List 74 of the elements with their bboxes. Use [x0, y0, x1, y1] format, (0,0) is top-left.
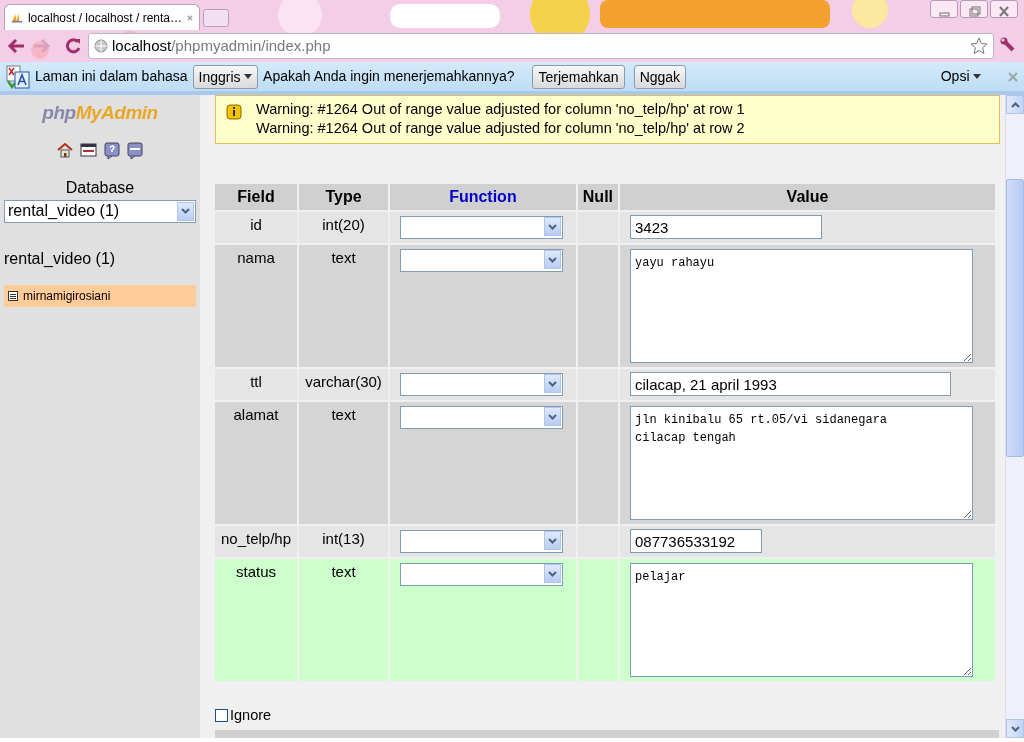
field-name: nama: [215, 245, 297, 367]
value-field[interactable]: 087736533192: [630, 529, 762, 553]
value-textarea[interactable]: pelajar: [630, 563, 973, 677]
scrollbar[interactable]: [1005, 95, 1024, 738]
column-header: Null: [577, 184, 618, 210]
function-select[interactable]: [399, 249, 563, 272]
field-type: text: [299, 402, 388, 524]
translate-icon: [6, 64, 30, 89]
close-icon[interactable]: [187, 13, 193, 22]
info-icon: [226, 104, 242, 120]
database-title: rental_video (1): [4, 248, 117, 269]
caret-icon[interactable]: [547, 570, 557, 577]
home-icon[interactable]: [57, 141, 73, 158]
help-icon[interactable]: [104, 141, 120, 160]
field-type: int(13): [299, 526, 388, 557]
back-icon[interactable]: [6, 37, 26, 55]
column-header: Value: [620, 184, 995, 210]
field-name: alamat: [215, 402, 297, 524]
reload-icon[interactable]: [64, 37, 82, 55]
caret-icon[interactable]: [181, 208, 190, 214]
translate-prompt: Laman ini dalam bahasa: [35, 67, 188, 86]
function-select[interactable]: [399, 216, 563, 239]
column-header: Type: [299, 184, 388, 210]
sql-window-icon[interactable]: [80, 141, 97, 158]
value-textarea[interactable]: yayu rahayu: [630, 249, 973, 363]
translate-question: Apakah Anda ingin menerjemahkannya?: [263, 67, 515, 86]
tab-title: localhost / localhost / renta…: [27, 9, 183, 27]
field-name: ttl: [215, 369, 297, 400]
field-name: no_telp/hp: [215, 526, 297, 557]
column-header[interactable]: Function: [389, 184, 576, 210]
query-window-icon[interactable]: [127, 141, 143, 160]
caret-icon[interactable]: [547, 256, 557, 263]
warning-text: Warning: #1264 Out of range value adjusted for column 'no_telp/hp' at row 1: [256, 100, 745, 119]
database-label: Database: [64, 177, 136, 198]
table-link[interactable]: mirnamigirosiani: [4, 284, 196, 307]
value-textarea[interactable]: jln kinibalu 65 rt.05/vi sidanegara cilacap tengah: [630, 406, 973, 520]
field-type: int(20): [299, 212, 388, 243]
function-select[interactable]: [399, 563, 563, 586]
field-type: text: [299, 559, 388, 681]
address-field[interactable]: localhost/phpmyadmin/index.php: [88, 33, 994, 59]
translate-button[interactable]: Terjemahkan: [532, 64, 625, 89]
close-button[interactable]: [990, 0, 1018, 18]
caret-icon[interactable]: [547, 413, 557, 420]
caret-icon[interactable]: [547, 537, 557, 544]
value-field[interactable]: cilacap, 21 april 1993: [630, 372, 951, 396]
options-menu[interactable]: Opsi: [940, 66, 981, 87]
field-type: text: [299, 245, 388, 367]
function-select[interactable]: [399, 530, 563, 553]
restore-button[interactable]: [960, 0, 988, 18]
caret-icon[interactable]: [244, 74, 253, 79]
function-select[interactable]: [399, 373, 563, 396]
browser-tab[interactable]: localhost / localhost / renta…: [4, 4, 200, 30]
dismiss-button[interactable]: Nggak: [633, 64, 687, 89]
caret-icon[interactable]: [973, 74, 981, 79]
app-logo: phpMyAdmin: [41, 101, 159, 125]
globe-icon: [94, 39, 108, 53]
ignore-checkbox[interactable]: [215, 709, 228, 723]
ignore-label: Ignore: [230, 706, 272, 725]
caret-icon[interactable]: [547, 380, 557, 387]
database-select[interactable]: rental_video (1): [4, 199, 196, 223]
language-dropdown[interactable]: Inggris: [192, 64, 259, 89]
scroll-down-icon[interactable]: [1010, 725, 1020, 732]
field-name: status: [215, 559, 297, 681]
scroll-up-icon[interactable]: [1010, 101, 1020, 108]
star-icon[interactable]: [970, 37, 988, 55]
caret-icon[interactable]: [547, 223, 557, 230]
field-type: varchar(30): [299, 369, 388, 400]
value-field[interactable]: 3423: [630, 215, 822, 239]
field-name: id: [215, 212, 297, 243]
table-icon: [8, 290, 18, 301]
column-header: Field: [215, 184, 297, 210]
function-select[interactable]: [399, 406, 563, 429]
url-text: localhost/phpmyadmin/index.php: [112, 35, 331, 56]
warning-text: Warning: #1264 Out of range value adjusted for column 'no_telp/hp' at row 2: [256, 119, 745, 138]
